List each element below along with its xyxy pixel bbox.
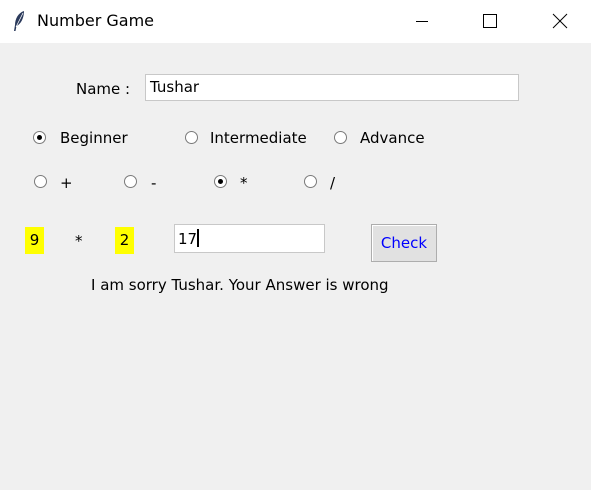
title-bar: Number Game — [0, 0, 591, 43]
radio-indicator-checked[interactable] — [214, 175, 227, 188]
text-caret — [197, 229, 200, 247]
window-title: Number Game — [37, 11, 154, 30]
operation-label-divide: / — [330, 174, 336, 192]
operation-label-minus: - — [151, 174, 157, 192]
app-window: Number Game Name : Tushar Beginner Inter… — [0, 0, 591, 490]
radio-indicator[interactable] — [34, 175, 47, 188]
operation-label-plus: + — [60, 174, 73, 192]
minimize-icon — [416, 21, 428, 22]
radio-indicator[interactable] — [334, 131, 347, 144]
feather-icon — [14, 11, 24, 31]
name-input[interactable]: Tushar — [145, 74, 519, 101]
close-icon — [552, 13, 568, 29]
first-number: 9 — [25, 227, 44, 254]
check-button[interactable]: Check — [371, 224, 437, 262]
name-label: Name : — [76, 80, 131, 98]
answer-value: 17 — [178, 230, 198, 248]
maximize-icon — [483, 14, 497, 28]
operation-label-multiply: * — [240, 174, 248, 192]
operator-sign: * — [75, 232, 83, 250]
radio-indicator[interactable] — [185, 131, 198, 144]
close-button[interactable] — [537, 0, 583, 43]
difficulty-label-advance: Advance — [360, 129, 425, 147]
difficulty-label-intermediate: Intermediate — [210, 129, 307, 147]
radio-indicator[interactable] — [304, 175, 317, 188]
maximize-button[interactable] — [467, 0, 513, 43]
minimize-button[interactable] — [399, 0, 445, 43]
result-message: I am sorry Tushar. Your Answer is wrong — [91, 276, 389, 294]
difficulty-label-beginner: Beginner — [60, 129, 128, 147]
radio-indicator-checked[interactable] — [33, 131, 46, 144]
answer-input[interactable]: 17 — [174, 224, 325, 253]
second-number: 2 — [115, 227, 134, 254]
radio-indicator[interactable] — [124, 175, 137, 188]
